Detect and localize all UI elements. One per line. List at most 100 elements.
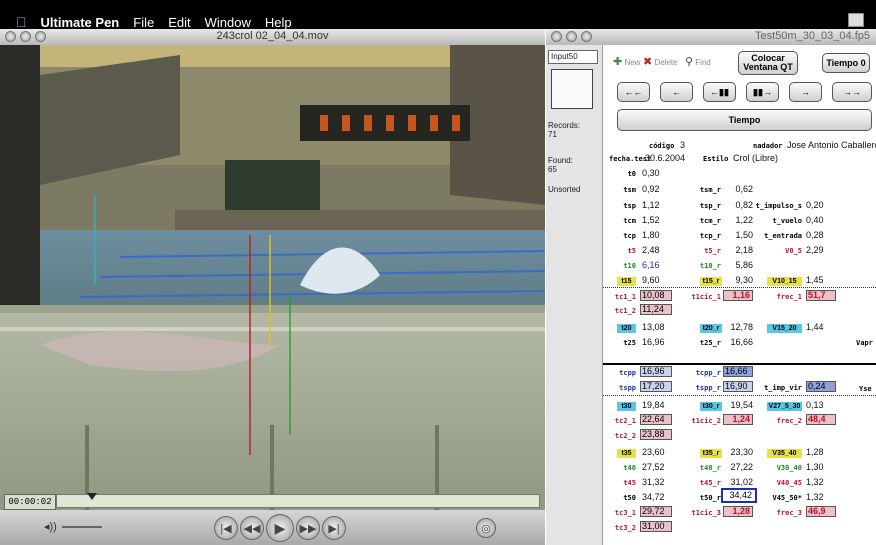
row-value[interactable]: 27,52 — [642, 462, 665, 472]
row-value[interactable]: 31,00 — [640, 521, 672, 532]
row-value[interactable]: 16,66 — [723, 366, 753, 377]
menu-file[interactable]: File — [133, 15, 154, 30]
row-value[interactable]: 1,30 — [806, 462, 824, 472]
row-value[interactable]: 6,16 — [642, 260, 660, 270]
find-button[interactable]: ⚲ Find — [685, 55, 711, 68]
menu-window[interactable]: Window — [205, 15, 251, 30]
estilo-value[interactable]: Crol (Libre) — [733, 153, 778, 163]
fast-forward-button[interactable]: ▶▶ — [296, 516, 320, 540]
options-icon[interactable]: ◎ — [476, 518, 496, 538]
row-value[interactable]: 16,96 — [640, 366, 672, 377]
row-label: tsm_r — [699, 186, 721, 194]
zoom-icon[interactable] — [581, 31, 592, 42]
row-value[interactable]: 19,84 — [642, 400, 665, 410]
row-value[interactable]: 0,62 — [723, 184, 753, 194]
row-value[interactable]: 2,18 — [723, 245, 753, 255]
minimize-icon[interactable] — [566, 31, 577, 42]
status-menu-icon[interactable] — [848, 13, 864, 27]
row-value[interactable]: 23,60 — [642, 447, 665, 457]
row-value[interactable]: 23,30 — [723, 447, 753, 457]
row-value[interactable]: 1,45 — [806, 275, 824, 285]
nav-prev-frame-button[interactable]: ←▮▮ — [703, 82, 736, 102]
row-value[interactable]: 1,22 — [723, 215, 753, 225]
row-value[interactable]: 16,66 — [723, 337, 753, 347]
row-value[interactable]: 1,28 — [723, 506, 753, 517]
row-value[interactable]: 1,44 — [806, 322, 824, 332]
menu-help[interactable]: Help — [265, 15, 292, 30]
tiempo-button[interactable]: Tiempo — [617, 109, 872, 131]
fecha-value[interactable]: 30.6.2004 — [645, 153, 685, 163]
row-value[interactable]: 0,20 — [806, 200, 824, 210]
row-value[interactable]: 2,48 — [642, 245, 660, 255]
row-value[interactable]: 19,54 — [723, 400, 753, 410]
row-value[interactable]: 9,30 — [723, 275, 753, 285]
row-value[interactable]: 51,7 — [806, 290, 836, 301]
menu-edit[interactable]: Edit — [168, 15, 190, 30]
row-value[interactable]: 1,16 — [723, 290, 753, 301]
row-value[interactable]: 1,28 — [806, 447, 824, 457]
nav-next-frame-button[interactable]: ▮▮→ — [746, 82, 779, 102]
delete-icon: ✖ — [643, 56, 653, 68]
codigo-value[interactable]: 3 — [680, 140, 685, 150]
row-label: frec_1 — [776, 293, 802, 301]
new-record-button[interactable]: ✚ New — [613, 55, 640, 68]
apple-menu-icon[interactable]:  — [16, 14, 27, 30]
row-value[interactable]: 11,24 — [640, 304, 672, 315]
row-value[interactable]: 10,08 — [640, 290, 672, 301]
row-value[interactable]: 0,82 — [723, 200, 753, 210]
row-value[interactable]: 16,96 — [642, 337, 665, 347]
row-value[interactable]: 31,02 — [723, 477, 753, 487]
volume-slider[interactable] — [62, 526, 102, 528]
row-value[interactable]: 1,12 — [642, 200, 660, 210]
row-value[interactable]: 34,72 — [642, 492, 665, 502]
row-value[interactable]: 12,78 — [723, 322, 753, 332]
layout-menu[interactable]: Input50 — [548, 50, 598, 64]
close-icon[interactable] — [551, 31, 562, 42]
delete-record-button[interactable]: ✖ Delete — [643, 55, 678, 68]
row-value[interactable]: 29,72 — [640, 506, 672, 517]
row-value[interactable]: 16,90 — [723, 381, 753, 392]
playhead[interactable] — [87, 493, 97, 500]
row-value[interactable]: 0,24 — [806, 381, 836, 392]
row-value[interactable]: 2,29 — [806, 245, 824, 255]
row-value[interactable]: 0,40 — [806, 215, 824, 225]
app-menu[interactable]: Ultimate Pen — [41, 15, 120, 30]
book-icon[interactable] — [551, 69, 593, 109]
row-value[interactable]: 23,88 — [640, 429, 672, 440]
play-button[interactable]: ▶ — [266, 514, 294, 542]
tiempo-0-button[interactable]: Tiempo 0 — [822, 53, 870, 73]
rewind-button[interactable]: ◀◀ — [240, 516, 264, 540]
row-value[interactable]: 31,32 — [642, 477, 665, 487]
nav-last-button[interactable]: →→ — [832, 82, 872, 102]
go-to-end-button[interactable]: ▶| — [322, 516, 346, 540]
row-value[interactable]: 0,92 — [642, 184, 660, 194]
row-value[interactable]: 27,22 — [723, 462, 753, 472]
row-value[interactable]: 1,80 — [642, 230, 660, 240]
row-value[interactable]: 1,50 — [723, 230, 753, 240]
row-value[interactable]: 22,64 — [640, 414, 672, 425]
scrubber[interactable] — [56, 493, 540, 508]
row-value[interactable]: 0,13 — [806, 400, 824, 410]
row-value[interactable]: 1,52 — [642, 215, 660, 225]
nav-first-button[interactable]: ←← — [617, 82, 650, 102]
row-value[interactable]: 13,08 — [642, 322, 665, 332]
active-field[interactable]: 34,42 — [721, 488, 757, 503]
nav-prev-button[interactable]: ← — [660, 82, 693, 102]
row-value[interactable]: 9,60 — [642, 275, 660, 285]
row-label: t5_r — [704, 247, 721, 255]
row-label: Vapr — [856, 339, 873, 347]
colocar-ventana-button[interactable]: Colocar Ventana QT — [738, 51, 798, 75]
row-value[interactable]: 46,9 — [806, 506, 836, 517]
nav-next-button[interactable]: → — [789, 82, 822, 102]
video-frame[interactable] — [0, 45, 545, 510]
row-value[interactable]: 5,86 — [723, 260, 753, 270]
row-value[interactable]: 0,30 — [642, 168, 660, 178]
row-value[interactable]: 1,32 — [806, 492, 824, 502]
go-to-start-button[interactable]: |◀ — [214, 516, 238, 540]
row-value[interactable]: 1,32 — [806, 477, 824, 487]
row-value[interactable]: 0,28 — [806, 230, 824, 240]
row-value[interactable]: 48,4 — [806, 414, 836, 425]
nadador-value[interactable]: Jose Antonio Caballero C — [787, 140, 876, 150]
row-value[interactable]: 17,20 — [640, 381, 672, 392]
row-value[interactable]: 1,24 — [723, 414, 753, 425]
